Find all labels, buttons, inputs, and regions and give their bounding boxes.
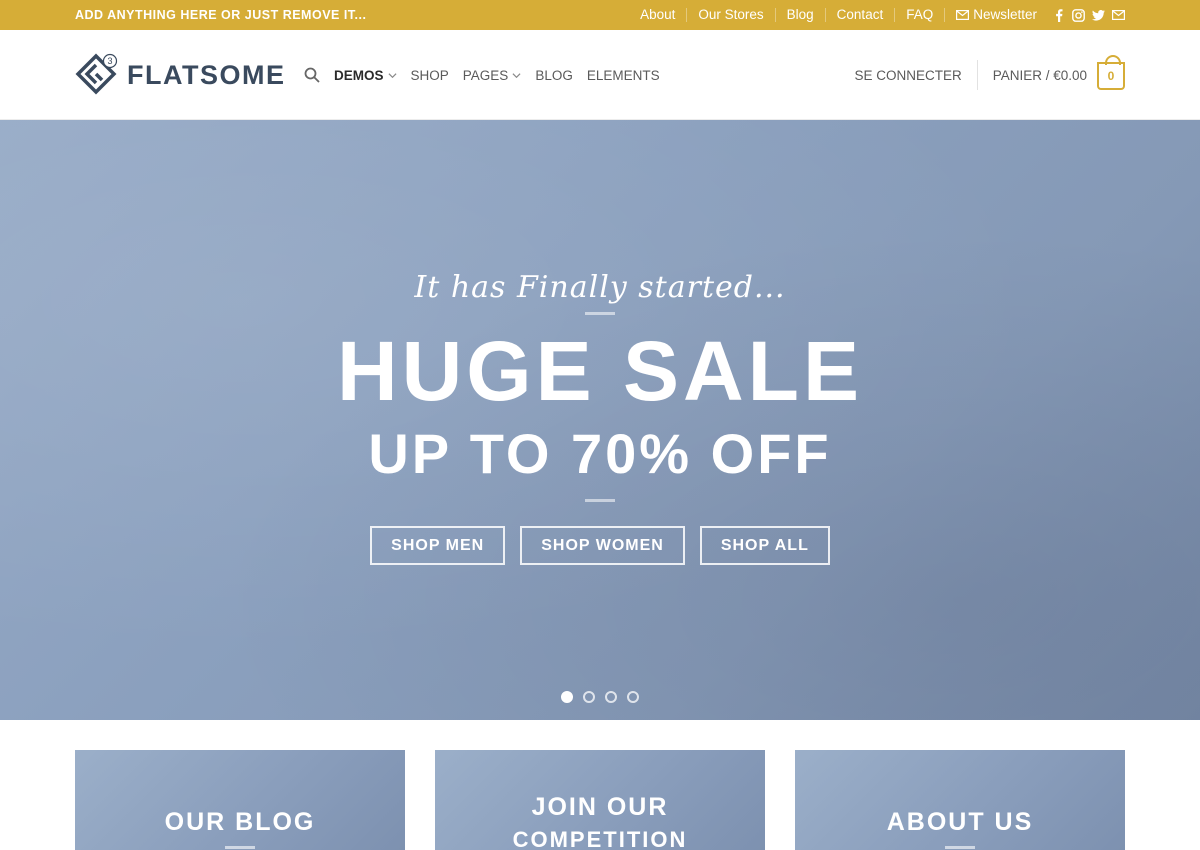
nav-label: ELEMENTS xyxy=(586,67,660,83)
hero-slider: It has Finally started... HUGE SALE UP T… xyxy=(0,120,1200,720)
slider-dot-3[interactable] xyxy=(605,691,617,703)
nav-item-blog[interactable]: BLOG xyxy=(535,68,573,83)
login-link[interactable]: SE CONNECTER xyxy=(854,68,976,83)
top-link-label: FAQ xyxy=(906,7,934,22)
hero-subtitle: UP TO 70% OFF xyxy=(368,422,832,485)
promo-box-title: JOIN OUR xyxy=(531,793,669,821)
hero-buttons: SHOP MEN SHOP WOMEN SHOP ALL xyxy=(0,526,1200,565)
nav-item-elements[interactable]: ELEMENTS xyxy=(587,68,660,83)
instagram-icon[interactable] xyxy=(1072,8,1085,22)
email-icon[interactable] xyxy=(1112,9,1125,22)
cart-count: 0 xyxy=(1107,69,1115,83)
main-nav: DEMOS SHOP PAGES BLOG ELEMENTS xyxy=(304,30,674,120)
nav-label: BLOG xyxy=(535,67,573,83)
nav-item-pages[interactable]: PAGES xyxy=(463,68,522,83)
hero-divider xyxy=(585,499,615,502)
promo-box-competition[interactable]: JOIN OUR COMPETITION xyxy=(435,750,765,850)
promo-box-divider xyxy=(945,846,975,849)
logo-text: FLATSOME xyxy=(127,59,286,90)
top-bar-promo-text: ADD ANYTHING HERE OR JUST REMOVE IT... xyxy=(75,8,367,22)
hero-background xyxy=(0,120,1200,720)
slider-dots xyxy=(0,691,1200,703)
top-link-label: Contact xyxy=(836,7,884,22)
promo-box-title-line2: COMPETITION xyxy=(512,827,688,850)
hero-divider xyxy=(585,312,615,315)
top-link-label: Newsletter xyxy=(973,7,1037,22)
cart-link[interactable]: PANIER / €0.00 xyxy=(993,68,1087,83)
promo-box-title: OUR BLOG xyxy=(164,808,316,836)
cart-bag-icon[interactable]: 0 xyxy=(1097,55,1125,90)
chevron-down-icon xyxy=(388,72,397,78)
top-link-blog[interactable]: Blog xyxy=(774,7,825,22)
top-bar-links: About Our Stores Blog Contact FAQ Newsle… xyxy=(629,0,1125,30)
top-link-our-stores[interactable]: Our Stores xyxy=(686,8,774,22)
top-link-contact[interactable]: Contact xyxy=(824,7,895,22)
top-link-faq[interactable]: FAQ xyxy=(894,8,944,22)
nav-label: PAGES xyxy=(462,67,509,83)
facebook-icon[interactable] xyxy=(1052,8,1065,22)
shop-women-button[interactable]: SHOP WOMEN xyxy=(520,526,685,565)
top-link-label: About xyxy=(640,7,676,22)
shop-men-button[interactable]: SHOP MEN xyxy=(370,526,506,565)
nav-label: SHOP xyxy=(410,67,449,83)
social-icons xyxy=(1052,8,1125,22)
promo-boxes: OUR BLOG JOIN OUR COMPETITION ABOUT US xyxy=(75,750,1125,850)
envelope-icon xyxy=(956,10,970,20)
hero-title: HUGE SALE xyxy=(336,324,864,418)
top-bar: ADD ANYTHING HERE OR JUST REMOVE IT... A… xyxy=(0,0,1200,30)
promo-box-divider xyxy=(225,846,255,849)
slider-dot-4[interactable] xyxy=(627,691,639,703)
main-header: 3 FLATSOME DEMOS SHOP PAGES BLOG ELEMENT… xyxy=(0,30,1200,120)
top-link-newsletter[interactable]: Newsletter xyxy=(944,8,1048,22)
search-icon[interactable] xyxy=(304,67,320,83)
shop-all-button[interactable]: SHOP ALL xyxy=(699,526,830,565)
slider-dot-1[interactable] xyxy=(561,691,573,703)
header-divider xyxy=(976,60,978,90)
top-link-label: Our Stores xyxy=(698,7,764,22)
hero-kicker: It has Finally started... xyxy=(414,270,786,305)
chevron-down-icon xyxy=(512,72,521,78)
twitter-icon[interactable] xyxy=(1092,9,1105,22)
nav-item-shop[interactable]: SHOP xyxy=(411,68,449,83)
promo-box-about-us[interactable]: ABOUT US xyxy=(795,750,1125,850)
logo-badge: 3 xyxy=(107,56,112,66)
promo-box-our-blog[interactable]: OUR BLOG xyxy=(75,750,405,850)
site-logo[interactable]: 3 FLATSOME xyxy=(75,53,285,97)
top-link-label: Blog xyxy=(786,7,814,22)
nav-label: DEMOS xyxy=(334,67,384,83)
top-link-about[interactable]: About xyxy=(629,8,686,22)
flatsome-logo-icon: 3 xyxy=(75,53,118,95)
promo-box-title: ABOUT US xyxy=(886,808,1034,836)
header-right: SE CONNECTER PANIER / €0.00 0 xyxy=(854,30,1125,120)
slider-dot-2[interactable] xyxy=(583,691,595,703)
nav-item-demos[interactable]: DEMOS xyxy=(334,68,397,83)
